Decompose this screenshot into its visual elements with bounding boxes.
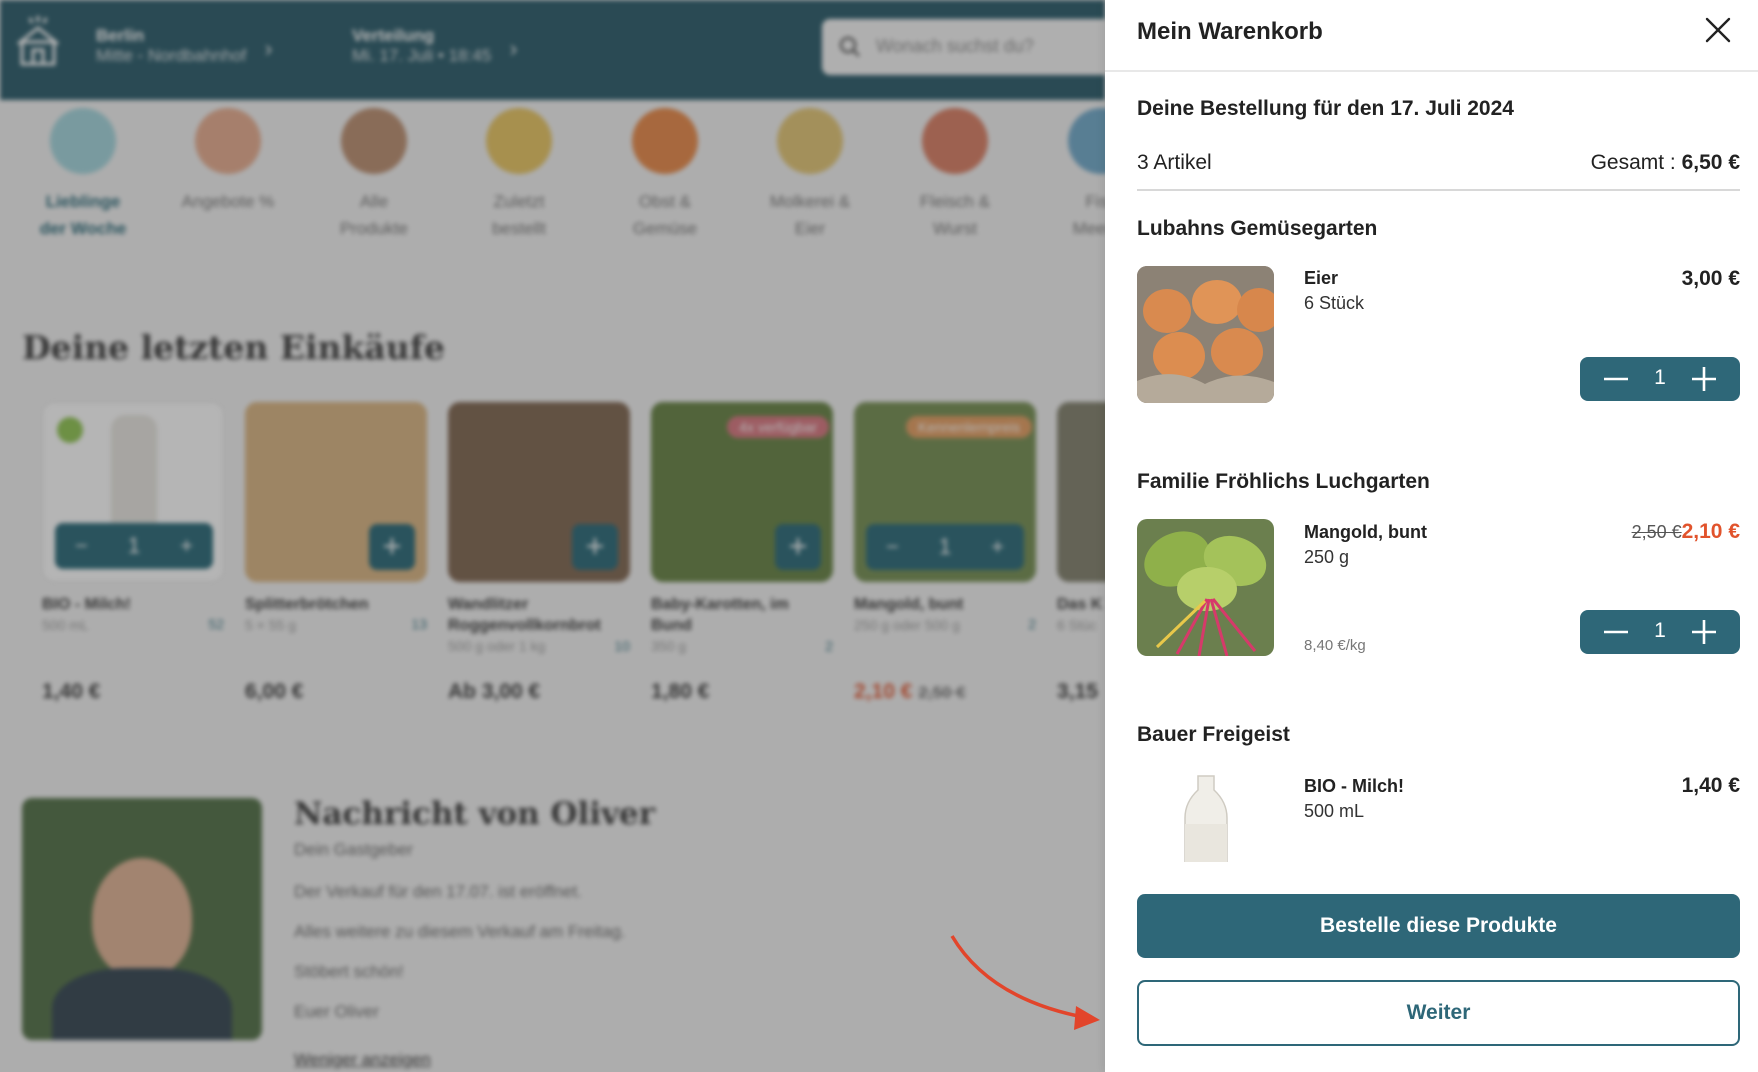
item-name: BIO - Milch! — [1304, 776, 1404, 796]
quantity-stepper: 1 — [1580, 610, 1740, 654]
modal-backdrop[interactable] — [0, 0, 1105, 1072]
chard-image — [1137, 519, 1274, 656]
eggs-image — [1137, 266, 1274, 403]
vendor-name: Bauer Freigeist — [1137, 723, 1290, 746]
cart-drawer: Mein Warenkorb Deine Bestellung für den … — [1105, 0, 1758, 1072]
total-label: Gesamt : — [1590, 151, 1682, 174]
price-per-kg: 8,40 €/kg — [1304, 637, 1366, 654]
quantity-stepper: 1 — [1580, 357, 1740, 401]
item-name: Mangold, bunt — [1304, 522, 1427, 542]
divider — [1137, 189, 1740, 191]
shop-background: Berlin Mitte - Nordbahnhof › Verteilung … — [0, 0, 1105, 1072]
cart-header: Mein Warenkorb — [1105, 0, 1758, 72]
continue-button[interactable]: Weiter — [1137, 980, 1740, 1046]
cart-title: Mein Warenkorb — [1137, 18, 1323, 45]
item-unit: 6 Stück — [1304, 293, 1365, 313]
minus-icon[interactable] — [1594, 610, 1638, 654]
annotation-arrow-icon — [950, 935, 1100, 1030]
vendor-name: Lubahns Gemüsegarten — [1137, 217, 1378, 240]
order-title: Deine Bestellung für den 17. Juli 2024 — [1137, 97, 1514, 120]
total-value: 6,50 € — [1681, 151, 1740, 174]
item-price: 3,00 € — [1681, 267, 1740, 290]
sale-price: 2,10 € — [1681, 520, 1740, 543]
item-unit: 500 mL — [1304, 801, 1365, 821]
item-count: 3 Artikel — [1137, 151, 1212, 174]
old-price: 2,50 € — [1631, 522, 1682, 542]
app-window: Berlin Mitte - Nordbahnhof › Verteilung … — [0, 0, 1758, 1072]
quantity-value: 1 — [1654, 366, 1666, 389]
vendor-name: Familie Fröhlichs Luchgarten — [1137, 470, 1430, 493]
milk-bottle-image — [1137, 772, 1274, 862]
order-button[interactable]: Bestelle diese Produkte — [1137, 894, 1740, 958]
quantity-value: 1 — [1654, 619, 1666, 642]
plus-icon[interactable] — [1682, 610, 1726, 654]
close-icon[interactable] — [1702, 14, 1734, 46]
item-unit: 250 g — [1304, 547, 1350, 567]
item-price: 2,50 €2,10 € — [1632, 520, 1740, 544]
plus-icon[interactable] — [1682, 357, 1726, 401]
item-price: 1,40 € — [1681, 774, 1740, 797]
cart-total: Gesamt : 6,50 € — [1591, 151, 1740, 175]
minus-icon[interactable] — [1594, 357, 1638, 401]
item-name: Eier — [1304, 268, 1339, 288]
